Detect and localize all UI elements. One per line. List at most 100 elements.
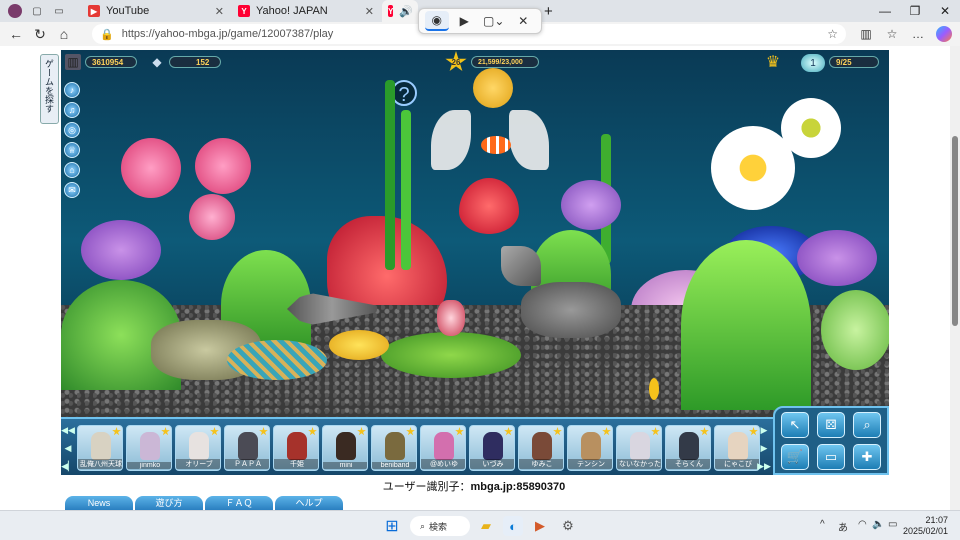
friend-avatar <box>336 432 356 460</box>
bubble-icon[interactable]: 1 <box>801 54 825 72</box>
favorites-icon[interactable]: ☆ <box>882 24 902 44</box>
page-content: ゲームを探す ▥ 3610954 ◆ 152 26 21,599/23,000 … <box>0 46 960 510</box>
restore-button[interactable]: ❐ <box>900 0 930 22</box>
tab-faq[interactable]: ＦＡＱ <box>205 496 273 510</box>
star-badge-icon <box>259 427 268 436</box>
friend-tile[interactable]: ないなかった <box>616 425 662 471</box>
ime-indicator[interactable]: あ <box>838 519 848 534</box>
mandarin-fish <box>227 340 327 380</box>
building-icon: ▥ <box>65 54 81 70</box>
friend-tile[interactable]: 千姫 <box>273 425 319 471</box>
split-screen-icon[interactable]: ▥ <box>856 24 876 44</box>
net-tool-icon[interactable]: ⌕ <box>853 412 881 438</box>
friend-tile[interactable]: にゃこび <box>714 425 760 471</box>
daisy-small <box>781 98 841 158</box>
friend-tile[interactable]: 乱俺八州天球 <box>77 425 123 471</box>
close-window-button[interactable]: ✕ <box>930 0 960 22</box>
friend-tile[interactable]: オリーブ <box>175 425 221 471</box>
page-scrollbar[interactable] <box>950 46 960 510</box>
back-icon[interactable]: ← <box>4 23 28 45</box>
scroll-next-icon[interactable]: ▶ <box>759 423 769 437</box>
tab-game[interactable]: Y 🔊 <box>382 0 418 22</box>
favorite-star-icon[interactable]: ☆ <box>827 27 838 41</box>
copilot-icon[interactable] <box>936 26 952 42</box>
profile-icon[interactable] <box>8 4 22 18</box>
chevron-up-icon[interactable]: ^ <box>820 519 825 530</box>
friend-tile[interactable]: ＰＡＰＡ <box>224 425 270 471</box>
close-icon[interactable]: ✕ <box>215 5 224 18</box>
star-badge-icon <box>602 427 611 436</box>
media-player-icon[interactable]: ▶ <box>530 516 550 536</box>
grass-plant <box>681 240 811 410</box>
gift-icon[interactable]: ✉ <box>64 182 80 198</box>
scroll-prev-icon[interactable]: ◀ <box>63 441 73 455</box>
friend-name: mini <box>323 462 367 469</box>
lock-icon[interactable]: 🔒 <box>100 28 114 41</box>
friend-tile[interactable]: jinmko <box>126 425 172 471</box>
close-icon[interactable]: ✕ <box>511 11 535 31</box>
crown-icon[interactable]: ♛ <box>765 54 781 71</box>
star-badge-icon <box>651 427 660 436</box>
find-games-tab[interactable]: ゲームを探す <box>40 54 59 124</box>
friend-tile[interactable]: ゆみこ <box>518 425 564 471</box>
scroll-first-icon[interactable]: ◀◀ <box>61 423 75 437</box>
tank-tool-icon[interactable]: ▭ <box>817 444 845 470</box>
friend-name: そらくん <box>666 459 710 469</box>
friend-tile[interactable]: mini <box>322 425 368 471</box>
workspaces-icon[interactable]: ▢ <box>30 4 44 18</box>
tab-news[interactable]: News <box>65 496 133 510</box>
more-icon[interactable]: … <box>908 24 928 44</box>
close-icon[interactable]: ✕ <box>365 5 374 18</box>
scrollbar-thumb[interactable] <box>952 136 958 326</box>
volume-icon[interactable]: 🔈 <box>872 519 884 530</box>
music-icon[interactable]: ♫ <box>64 102 80 118</box>
taskbar-search[interactable]: ⌕ 検索 <box>410 516 470 536</box>
friend-avatar <box>581 432 601 460</box>
minimize-button[interactable]: — <box>870 0 900 22</box>
capture-mode-icon[interactable]: ▢⌄ <box>480 11 507 31</box>
pointer-tool-icon[interactable]: ↖ <box>781 412 809 438</box>
file-explorer-icon[interactable]: ▰ <box>476 516 496 536</box>
friend-name: 乱俺八州天球 <box>78 459 122 469</box>
friend-avatar <box>483 432 503 460</box>
heart-ornament <box>459 178 519 234</box>
star-badge-icon <box>357 427 366 436</box>
friend-name: beniband <box>372 462 416 469</box>
tab-how-to-play[interactable]: 遊び方 <box>135 496 203 510</box>
scroll-next-page-icon[interactable]: ▶ <box>759 441 769 455</box>
system-clock[interactable]: 21:07 2025/02/01 <box>903 515 948 537</box>
friend-tile[interactable]: そらくん <box>665 425 711 471</box>
tab-help[interactable]: ヘルプ <box>275 496 343 510</box>
camera-icon[interactable]: ◎ <box>64 122 80 138</box>
edge-browser-icon[interactable]: ◐ <box>503 516 523 536</box>
scroll-prev-page-icon[interactable]: ◀▏ <box>61 459 75 473</box>
friend-tile[interactable]: いづみ <box>469 425 515 471</box>
dice-tool-icon[interactable]: ⚄ <box>817 412 845 438</box>
tab-youtube[interactable]: ▶ YouTube ✕ <box>82 0 230 22</box>
gift-tool-icon[interactable]: ✚ <box>853 444 881 470</box>
wifi-icon[interactable]: ◠ <box>858 519 867 530</box>
small-fish <box>649 378 659 400</box>
scroll-last-icon[interactable]: ▶▶ <box>757 459 771 473</box>
sound-icon[interactable]: ♪ <box>64 82 80 98</box>
star-badge-icon <box>455 427 464 436</box>
settings-gear-icon[interactable]: ⚙ <box>558 516 578 536</box>
battery-icon[interactable]: ▭ <box>888 519 897 530</box>
trophy-icon[interactable]: ♕ <box>64 142 80 158</box>
home-icon[interactable]: ⌂ <box>52 23 76 45</box>
friend-avatar <box>91 432 111 460</box>
friend-tile[interactable]: @めいゆ <box>420 425 466 471</box>
friend-tile[interactable]: テンシン <box>567 425 613 471</box>
windows-start-icon[interactable]: ⊞ <box>382 516 402 536</box>
tab-yahoo[interactable]: Y Yahoo! JAPAN ✕ <box>232 0 380 22</box>
screenshot-icon[interactable]: ◉ <box>425 11 449 31</box>
speaker-icon[interactable]: 🔊 <box>399 5 413 18</box>
lavender-bush <box>561 180 621 230</box>
cart-tool-icon[interactable]: 🛒 <box>781 444 809 470</box>
tab-actions-icon[interactable]: ▭ <box>52 4 66 18</box>
refresh-icon[interactable]: ↻ <box>28 23 52 45</box>
video-record-icon[interactable]: ▶ <box>453 11 477 31</box>
shop-icon[interactable]: ⌂ <box>64 162 80 178</box>
friend-tile[interactable]: beniband <box>371 425 417 471</box>
game-canvas[interactable]: ▥ 3610954 ◆ 152 26 21,599/23,000 ♛ 1 9/2… <box>61 50 889 475</box>
